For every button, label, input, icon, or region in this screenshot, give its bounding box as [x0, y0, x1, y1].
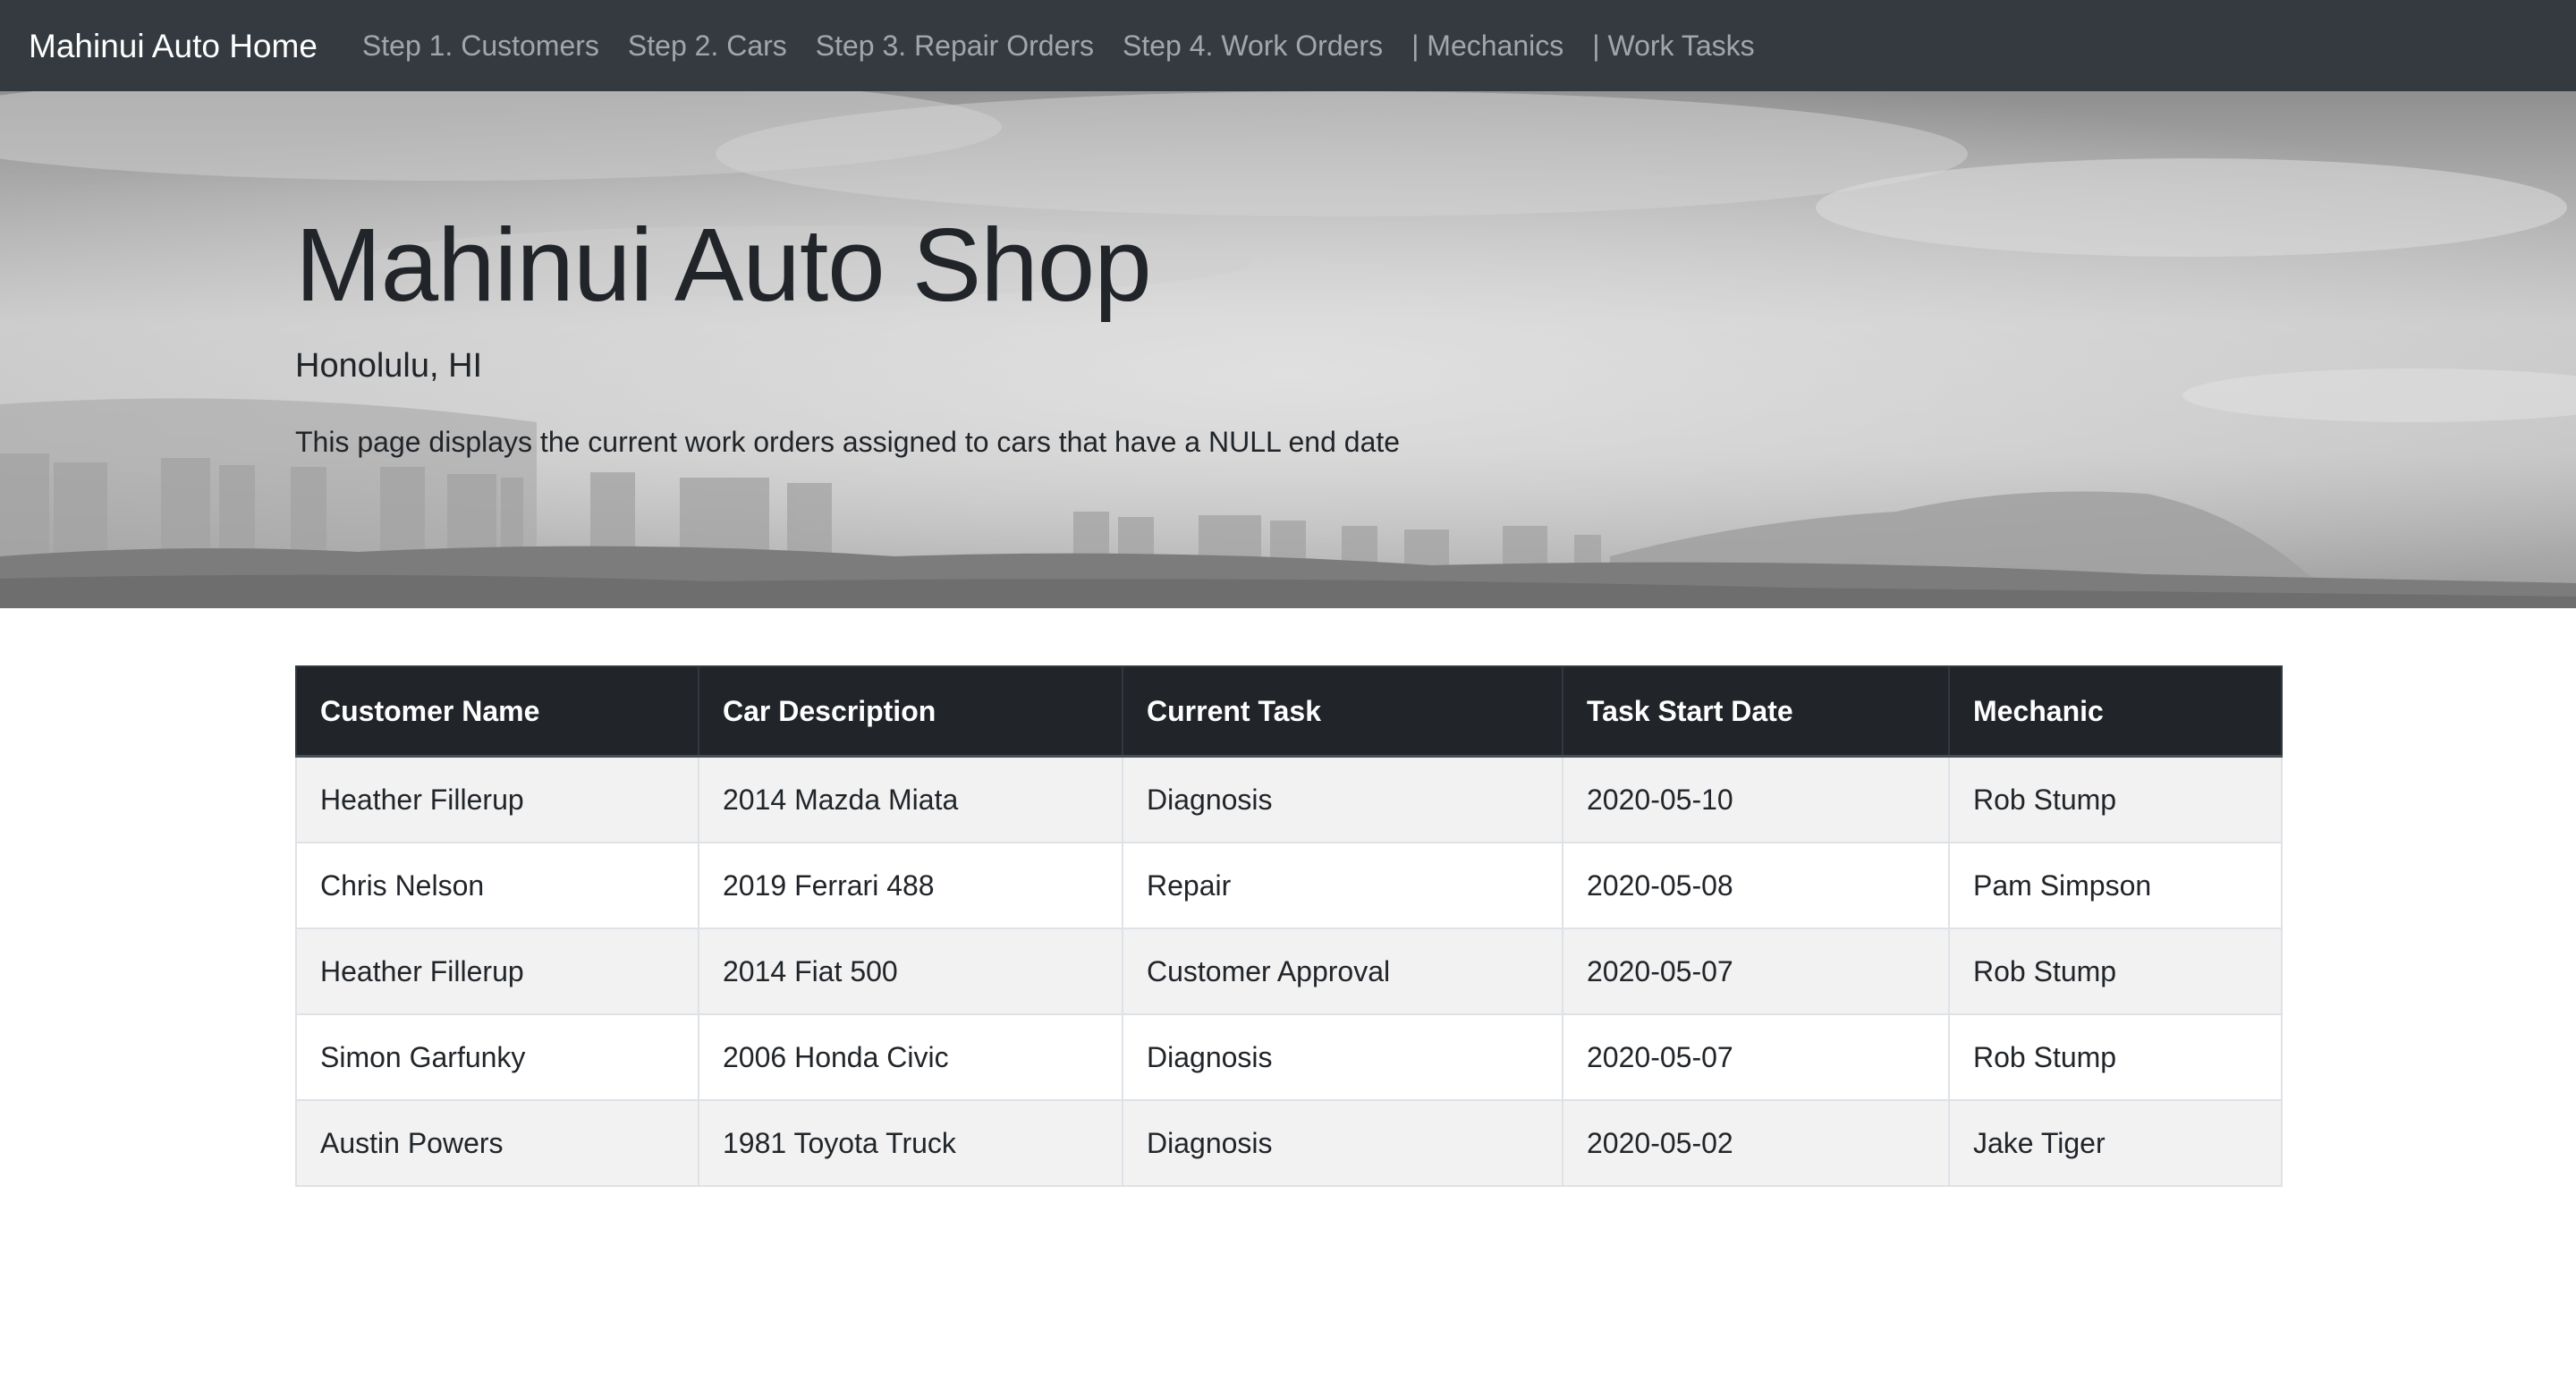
customer-name-cell: Simon Garfunky	[295, 1013, 699, 1101]
table-row: Austin Powers 1981 Toyota Truck Diagnosi…	[295, 1099, 2283, 1187]
task-start-date-cell: 2020-05-02	[1562, 1099, 1950, 1187]
nav-link-customers[interactable]: Step 1. Customers	[362, 30, 599, 63]
car-description-cell: 1981 Toyota Truck	[698, 1099, 1123, 1187]
column-header-customer-name: Customer Name	[295, 665, 699, 758]
page-description: This page displays the current work orde…	[295, 426, 1401, 458]
column-header-current-task: Current Task	[1122, 665, 1563, 758]
navbar-links: Step 1. Customers Step 2. Cars Step 3. R…	[362, 30, 1784, 63]
current-task-cell: Diagnosis	[1122, 1099, 1563, 1187]
customer-name-cell: Heather Fillerup	[295, 755, 699, 843]
nav-link-work-tasks[interactable]: | Work Tasks	[1592, 30, 1754, 63]
mechanic-cell: Rob Stump	[1948, 755, 2283, 843]
table-header: Customer Name Car Description Current Ta…	[295, 665, 2283, 758]
mechanic-cell: Jake Tiger	[1948, 1099, 2283, 1187]
table-row: Heather Fillerup 2014 Mazda Miata Diagno…	[295, 755, 2283, 843]
column-header-car-description: Car Description	[698, 665, 1123, 758]
car-description-cell: 2006 Honda Civic	[698, 1013, 1123, 1101]
nav-link-cars[interactable]: Step 2. Cars	[628, 30, 787, 63]
task-start-date-cell: 2020-05-10	[1562, 755, 1950, 843]
page-title: Mahinui Auto Shop	[295, 207, 1152, 323]
nav-link-mechanics[interactable]: | Mechanics	[1411, 30, 1563, 63]
column-header-task-start-date: Task Start Date	[1562, 665, 1950, 758]
car-description-cell: 2019 Ferrari 488	[698, 842, 1123, 929]
column-header-mechanic: Mechanic	[1948, 665, 2283, 758]
task-start-date-cell: 2020-05-07	[1562, 928, 1950, 1015]
current-task-cell: Customer Approval	[1122, 928, 1563, 1015]
customer-name-cell: Heather Fillerup	[295, 928, 699, 1015]
mechanic-cell: Pam Simpson	[1948, 842, 2283, 929]
navbar-brand[interactable]: Mahinui Auto Home	[29, 30, 318, 63]
work-orders-table: Customer Name Car Description Current Ta…	[295, 665, 2283, 1187]
table-row: Simon Garfunky 2006 Honda Civic Diagnosi…	[295, 1013, 2283, 1101]
customer-name-cell: Austin Powers	[295, 1099, 699, 1187]
task-start-date-cell: 2020-05-07	[1562, 1013, 1950, 1101]
customer-name-cell: Chris Nelson	[295, 842, 699, 929]
mechanic-cell: Rob Stump	[1948, 928, 2283, 1015]
table-row: Chris Nelson 2019 Ferrari 488 Repair 202…	[295, 842, 2283, 929]
nav-link-work-orders[interactable]: Step 4. Work Orders	[1123, 30, 1383, 63]
mechanic-cell: Rob Stump	[1948, 1013, 2283, 1101]
table-row: Heather Fillerup 2014 Fiat 500 Customer …	[295, 928, 2283, 1015]
location-subtitle: Honolulu, HI	[295, 347, 483, 385]
task-start-date-cell: 2020-05-08	[1562, 842, 1950, 929]
current-task-cell: Diagnosis	[1122, 755, 1563, 843]
table-body: Heather Fillerup 2014 Mazda Miata Diagno…	[295, 755, 2283, 1187]
current-task-cell: Repair	[1122, 842, 1563, 929]
nav-link-repair-orders[interactable]: Step 3. Repair Orders	[816, 30, 1094, 63]
car-description-cell: 2014 Fiat 500	[698, 928, 1123, 1015]
hero-banner: Mahinui Auto Shop Honolulu, HI This page…	[0, 91, 2576, 608]
car-description-cell: 2014 Mazda Miata	[698, 755, 1123, 843]
work-orders-table-container: Customer Name Car Description Current Ta…	[295, 665, 2283, 1187]
current-task-cell: Diagnosis	[1122, 1013, 1563, 1101]
top-navbar: Mahinui Auto Home Step 1. Customers Step…	[0, 0, 2576, 91]
table-header-row: Customer Name Car Description Current Ta…	[295, 665, 2283, 758]
